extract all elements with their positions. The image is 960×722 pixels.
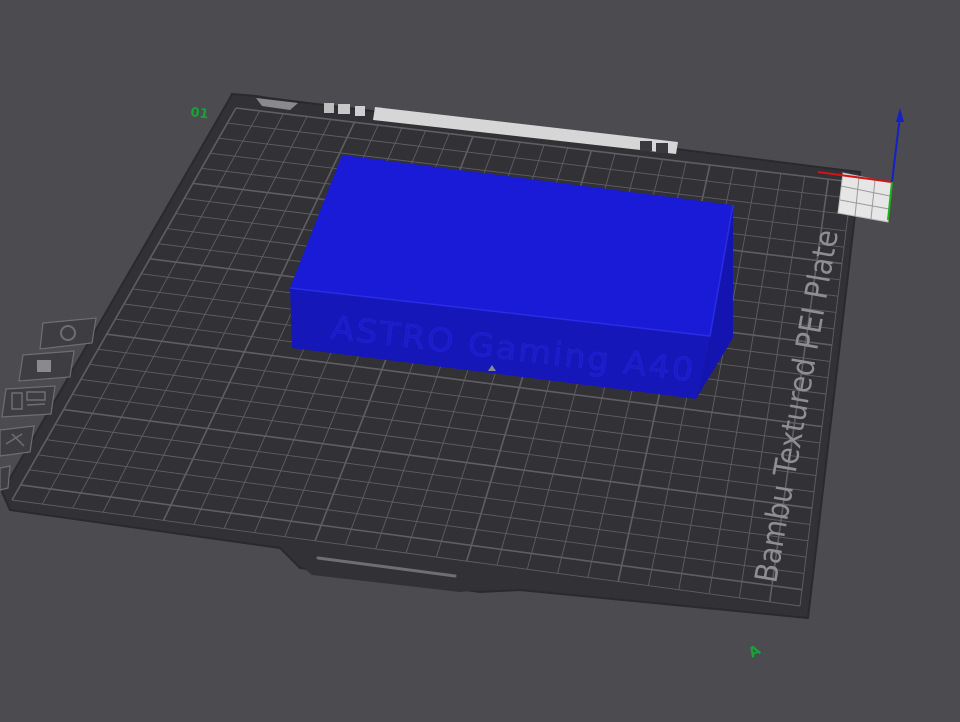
layout-button[interactable] (1, 385, 56, 418)
axis-z-arrow-icon (896, 108, 904, 122)
arrange-button[interactable] (18, 350, 75, 382)
plate-corner-label-back: 01 (189, 105, 209, 122)
split-button[interactable] (0, 425, 35, 457)
3d-viewport[interactable]: 01 A Bambu Textured PEI Plate ASTRO Gami… (0, 0, 960, 722)
extra-tool-button[interactable] (0, 465, 11, 491)
plate-corner-label-front: A (746, 642, 764, 661)
arrange-icon (37, 360, 51, 372)
axis-z-line (891, 115, 901, 183)
